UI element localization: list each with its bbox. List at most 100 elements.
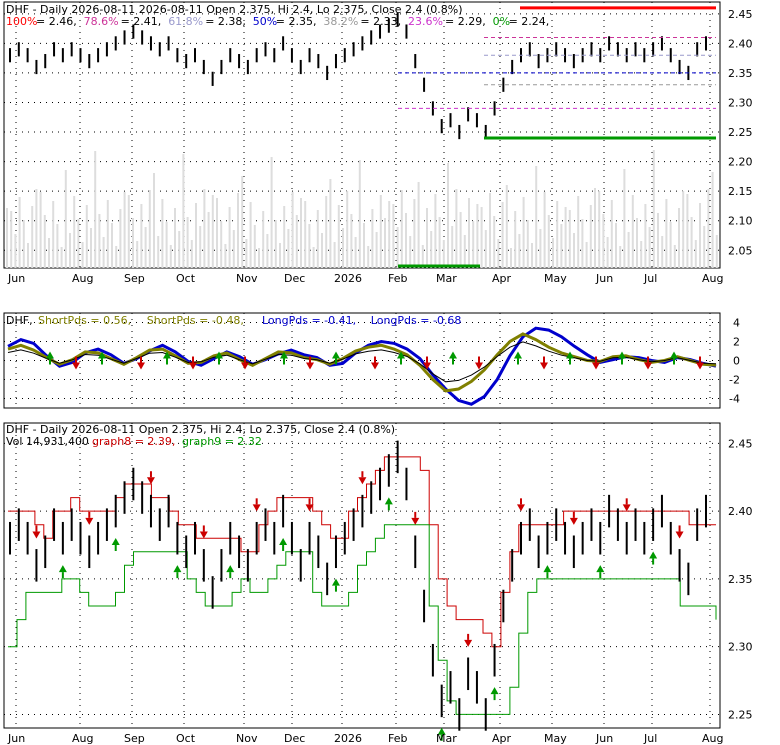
bands-x-tick: Mar [436, 732, 457, 745]
volume-bar [413, 199, 416, 268]
volume-bar [73, 196, 76, 268]
volume-bar [594, 188, 596, 268]
volume-bar [665, 199, 668, 268]
volume-bar [249, 202, 252, 268]
volume-bar [409, 236, 412, 268]
volume-bar [325, 196, 328, 268]
price-y-tick: 2.45 [728, 8, 753, 21]
volume-bar [10, 211, 13, 268]
bands-x-tick: Aug [702, 732, 723, 745]
volume-bar [560, 224, 563, 268]
volume-bar [682, 191, 685, 268]
volume-bar [308, 224, 311, 268]
volume-bar [707, 189, 710, 268]
volume-bar [354, 237, 357, 268]
volume-bar [598, 191, 601, 268]
volume-bar [98, 214, 101, 268]
bands-x-tick: Apr [492, 732, 512, 745]
fib-value-61.8%: = 2.38, [205, 15, 246, 28]
volume-bar [535, 166, 538, 268]
volume-bar [400, 190, 403, 268]
volume-bar [673, 245, 676, 268]
volume-bar [623, 169, 626, 268]
volume-bar [56, 224, 59, 268]
volume-bar [405, 213, 407, 268]
volume-bar [224, 244, 227, 268]
bands-legend-graph8: graph8 = 2.39, [92, 435, 175, 448]
volume-bar [199, 226, 202, 268]
volume-bar [237, 193, 239, 268]
volume-bar [165, 222, 168, 268]
volume-bar [111, 223, 113, 268]
volume-bar [14, 234, 17, 268]
volume-bar [468, 198, 470, 268]
price-y-tick: 2.30 [728, 96, 753, 109]
bands-x-tick: Aug [72, 732, 93, 745]
volume-bar [102, 237, 105, 268]
volume-bar [211, 195, 214, 268]
volume-bar [27, 243, 29, 268]
osc-y-tick: 0 [733, 355, 740, 368]
volume-bar [64, 170, 67, 268]
volume-bar [136, 241, 139, 268]
volume-bar [363, 223, 365, 268]
bands-x-tick: Jul [643, 732, 657, 745]
volume-bar [640, 241, 643, 268]
stock-chart: DHF - Daily 2026-08-11 2026-08-11 Open 2… [3, 1, 753, 745]
price-y-tick: 2.20 [728, 156, 753, 169]
volume-bar [312, 247, 315, 268]
bands-y-tick: 2.25 [728, 708, 753, 721]
osc-legend-3: LongPds = -0.41, [262, 314, 356, 327]
volume-bar [690, 217, 693, 268]
bands-x-tick: 2026 [334, 732, 362, 745]
volume-bar [266, 234, 269, 268]
volume-bar [371, 209, 374, 268]
price-x-tick: Nov [236, 272, 258, 285]
volume-bar [207, 212, 210, 268]
osc-legend-2: ShortPds = -0.48, [147, 314, 244, 327]
fib-value-78.6%: = 2.41, [121, 15, 162, 28]
osc-y-tick: 4 [733, 317, 740, 330]
bands-x-tick: Jun [595, 732, 613, 745]
osc-y-tick: -4 [729, 393, 740, 406]
fib-value-100%: = 2.46, [36, 15, 77, 28]
volume-bar [291, 192, 294, 268]
volume-bar [694, 240, 697, 268]
volume-bar [337, 205, 340, 268]
volume-bar [182, 154, 185, 268]
volume-bar [577, 196, 580, 268]
bands-x-tick: Nov [236, 732, 258, 745]
price-x-tick: Apr [492, 272, 512, 285]
volume-bar [564, 207, 567, 268]
volume-bar [631, 195, 634, 268]
volume-bar [510, 248, 512, 268]
price-x-tick: Aug [72, 272, 93, 285]
fib-label-61.8%: 61.8% [168, 15, 203, 28]
volume-bar [505, 185, 508, 268]
volume-bar [627, 232, 630, 268]
volume-bar [686, 194, 689, 268]
fib-label-50%: 50% [253, 15, 277, 28]
price-x-tick: Aug [702, 272, 723, 285]
volume-bar [43, 215, 46, 268]
bands-x-tick: Jun [7, 732, 25, 745]
volume-bar [497, 239, 500, 268]
volume-bar [262, 211, 265, 268]
volume-bar [333, 242, 336, 268]
volume-bar [346, 191, 349, 268]
volume-bar [18, 197, 21, 268]
volume-bar [270, 157, 273, 268]
volume-bar [379, 195, 382, 268]
volume-bar [636, 218, 638, 268]
volume-bar [522, 197, 525, 268]
volume-bar [396, 227, 399, 268]
volume-bar [547, 215, 550, 268]
volume-bar [69, 233, 71, 268]
osc-y-tick: -2 [729, 374, 740, 387]
volume-bar [283, 206, 286, 268]
fib-value-50%: = 2.35, [276, 15, 317, 28]
fib-value-38.2%: = 2.33, [360, 15, 401, 28]
volume-bar [241, 176, 244, 268]
price-y-tick: 2.15 [728, 185, 753, 198]
volume-bar [678, 208, 680, 268]
